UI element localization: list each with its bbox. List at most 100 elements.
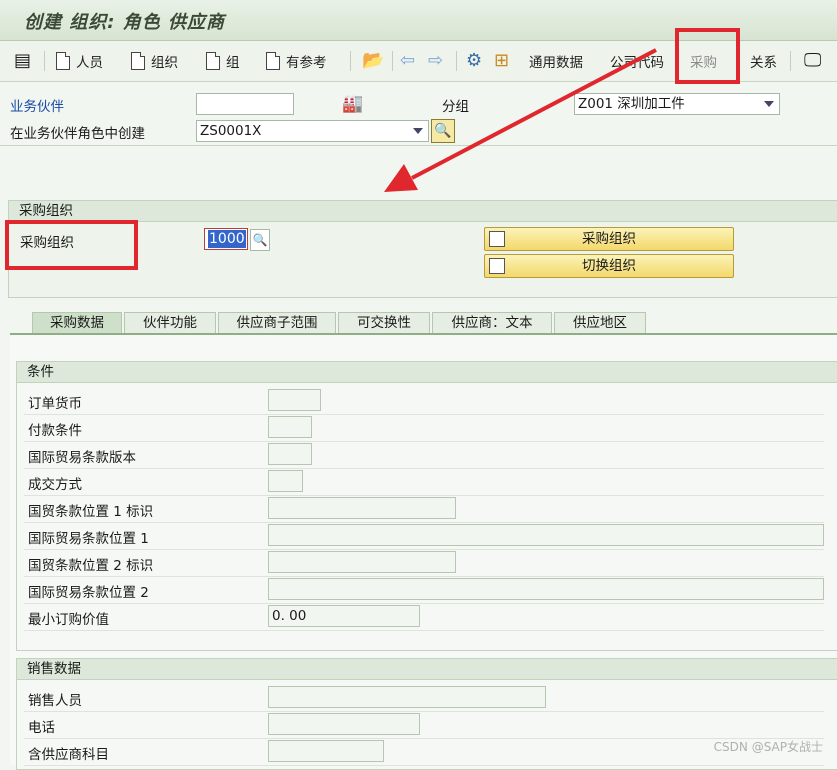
document-icon <box>56 52 70 70</box>
incoterms-field[interactable] <box>268 470 303 492</box>
group-button[interactable]: 组 <box>206 50 240 72</box>
order-currency-label: 订单货币 <box>28 396 82 412</box>
condition-row: 订单货币 <box>24 387 824 415</box>
incoterms-location2-id-label: 国贸条款位置 2 标识 <box>28 558 154 574</box>
create-in-role-label: 在业务伙伴角色中创建 <box>10 126 145 142</box>
with-reference-button[interactable]: 有参考 <box>266 50 327 72</box>
role-value: ZS0001X <box>200 123 262 139</box>
incoterms-location2-label: 国际贸易条款位置 2 <box>28 585 149 601</box>
sales-data-group-title: 销售数据 <box>17 659 837 680</box>
grouping-value: Z001 深圳加工件 <box>578 96 685 112</box>
tab-label: 采购数据 <box>50 315 104 331</box>
incoterms-location2-id-field[interactable] <box>268 551 456 573</box>
relations-label: 关系 <box>750 55 777 71</box>
tab-vendor-subrange[interactable]: 供应商子范围 <box>218 312 336 334</box>
grouping-label: 分组 <box>442 99 469 115</box>
annotation-highlight-box <box>5 220 138 270</box>
grouping-dropdown[interactable]: Z001 深圳加工件 <box>574 93 780 115</box>
company-code-label: 公司代码 <box>610 55 664 71</box>
role-dropdown[interactable]: ZS0001X <box>196 120 429 142</box>
incoterms-version-label: 国际贸易条款版本 <box>28 450 136 466</box>
annotation-highlight-box <box>675 28 740 84</box>
settings-icon[interactable]: ⚙ <box>466 50 482 72</box>
screen-icon[interactable]: 🖵 <box>804 50 821 72</box>
incoterms-label: 成交方式 <box>28 477 82 493</box>
window-title: 创建 组织: 角色 供应商 <box>24 12 225 33</box>
condition-row: 国贸条款位置 2 标识 <box>24 549 824 577</box>
general-data-tab[interactable]: 通用数据 <box>529 50 583 72</box>
switch-org-button-label: 切换组织 <box>582 258 636 274</box>
incoterms-version-field[interactable] <box>268 443 312 465</box>
switch-org-button[interactable]: 切换组织 <box>484 254 734 278</box>
tab-label: 伙伴功能 <box>143 315 197 331</box>
condition-row: 成交方式 <box>24 468 824 496</box>
business-partner-label[interactable]: 业务伙伴 <box>10 95 64 115</box>
purchasing-org-value: 1000 <box>208 230 246 248</box>
annotation-arrow-head <box>384 164 418 192</box>
salesperson-field[interactable] <box>268 686 546 708</box>
purchasing-org-button-label: 采购组织 <box>582 231 636 247</box>
sales-row: 销售人员 <box>24 684 824 712</box>
relations-tab[interactable]: 关系 <box>750 50 777 72</box>
general-data-label: 通用数据 <box>529 55 583 71</box>
chevron-down-icon <box>764 101 774 107</box>
payment-terms-label: 付款条件 <box>28 423 82 439</box>
tab-label: 供应商：文本 <box>451 315 533 331</box>
person-button[interactable]: 人员 <box>56 50 103 72</box>
condition-row: 付款条件 <box>24 414 824 442</box>
divider <box>0 145 837 146</box>
vendor-account-field[interactable] <box>268 740 384 762</box>
search-help-icon[interactable]: 🔍 <box>431 119 455 143</box>
min-order-value-field[interactable]: 0. 00 <box>268 605 420 627</box>
incoterms-location2-field[interactable] <box>268 578 824 600</box>
purchasing-org-field[interactable]: 1000 <box>204 228 248 250</box>
order-currency-field[interactable] <box>268 389 321 411</box>
sales-row: 含供应商科目 <box>24 738 824 766</box>
switch-icon <box>489 258 505 274</box>
organization-label: 组织 <box>151 55 178 71</box>
incoterms-location1-id-field[interactable] <box>268 497 456 519</box>
incoterms-location1-field[interactable] <box>268 524 824 546</box>
condition-row: 国际贸易条款位置 1 <box>24 522 824 550</box>
back-arrow-icon[interactable]: ⇦ <box>400 50 415 72</box>
watermark: CSDN @SAP女战士 <box>713 740 823 754</box>
telephone-field[interactable] <box>268 713 420 735</box>
toolbar-separator <box>350 51 351 71</box>
business-partner-field[interactable] <box>196 93 294 115</box>
tab-vendor-text[interactable]: 供应商：文本 <box>432 312 552 334</box>
tab-label: 供应商子范围 <box>236 315 318 331</box>
sales-row: 电话 <box>24 711 824 739</box>
toolbar-separator <box>790 51 791 71</box>
document-icon <box>206 52 220 70</box>
tab-label: 可交换性 <box>357 315 411 331</box>
condition-row: 最小订购价值 0. 00 <box>24 603 824 631</box>
company-code-tab[interactable]: 公司代码 <box>610 50 664 72</box>
tab-purchasing-data[interactable]: 采购数据 <box>32 312 122 334</box>
purchasing-org-button[interactable]: 采购组织 <box>484 227 734 251</box>
forward-arrow-icon[interactable]: ⇨ <box>428 50 443 72</box>
document-icon <box>131 52 145 70</box>
overview-icon[interactable]: ▤ <box>14 50 31 72</box>
telephone-label: 电话 <box>28 720 55 736</box>
organization-button[interactable]: 组织 <box>131 50 178 72</box>
toolbar-separator <box>392 51 393 71</box>
payment-terms-field[interactable] <box>268 416 312 438</box>
factory-icon[interactable]: 🏭 <box>342 94 363 114</box>
tab-label: 供应地区 <box>573 315 627 331</box>
person-label: 人员 <box>76 55 103 71</box>
condition-row: 国贸条款位置 1 标识 <box>24 495 824 523</box>
vendor-account-label: 含供应商科目 <box>28 747 109 763</box>
chevron-down-icon <box>413 128 423 134</box>
hierarchy-icon[interactable]: ⊞ <box>494 50 509 72</box>
purchasing-org-group-title: 采购组织 <box>9 201 837 222</box>
tab-supply-region[interactable]: 供应地区 <box>554 312 646 334</box>
search-icon[interactable]: 🔍 <box>250 229 270 251</box>
tab-interchangeability[interactable]: 可交换性 <box>338 312 430 334</box>
open-folder-icon[interactable]: 📂 <box>362 50 384 72</box>
document-arrow-icon <box>489 231 505 247</box>
min-order-value-label: 最小订购价值 <box>28 612 109 628</box>
incoterms-location1-label: 国际贸易条款位置 1 <box>28 531 149 547</box>
condition-row: 国际贸易条款版本 <box>24 441 824 469</box>
tab-partner-functions[interactable]: 伙伴功能 <box>124 312 216 334</box>
conditions-group-title: 条件 <box>17 362 837 383</box>
